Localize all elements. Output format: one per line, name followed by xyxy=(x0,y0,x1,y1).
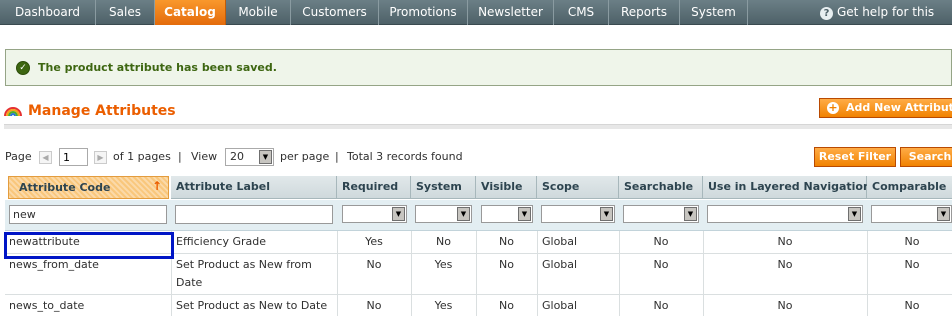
pager-per-page-label: per page xyxy=(280,150,330,163)
help-icon: ? xyxy=(820,7,833,20)
arrow-left-icon[interactable]: ◀ xyxy=(39,151,52,164)
row-searchable: No xyxy=(653,235,669,248)
select-arrow-icon: ▼ xyxy=(518,207,531,221)
arrow-right-icon[interactable]: ▶ xyxy=(94,151,107,164)
per-page-select[interactable]: 20 ▼ xyxy=(225,148,274,166)
filter-required-select[interactable]: ▼ xyxy=(342,205,407,223)
row-layered: No xyxy=(777,299,793,312)
row-searchable: No xyxy=(653,258,669,271)
row-visible: No xyxy=(499,235,514,248)
filter-comparable-select[interactable]: ▼ xyxy=(871,205,952,223)
row-comparable: No xyxy=(904,235,920,248)
row-scope: Global xyxy=(542,299,578,312)
nav-cms[interactable]: CMS xyxy=(554,0,609,25)
row-label-cont: Date xyxy=(176,276,203,289)
selection-highlight xyxy=(4,232,174,259)
col-layered-navigation[interactable]: Use in Layered Navigation xyxy=(703,176,871,199)
sort-asc-icon: ↑ xyxy=(151,179,162,193)
filter-attribute-code[interactable]: new xyxy=(9,205,167,224)
row-system: Yes xyxy=(434,299,453,312)
row-code: news_to_date xyxy=(9,299,85,312)
select-arrow-icon: ▼ xyxy=(937,207,950,221)
select-arrow-icon: ▼ xyxy=(259,150,272,164)
select-arrow-icon: ▼ xyxy=(684,207,697,221)
reset-filter-button[interactable]: Reset Filter xyxy=(814,147,896,167)
col-attribute-code[interactable]: Attribute Code ↑ xyxy=(8,176,169,199)
row-system: Yes xyxy=(434,258,453,271)
select-arrow-icon: ▼ xyxy=(457,207,470,221)
row-label: Set Product as New from xyxy=(176,258,312,271)
filter-layered-select[interactable]: ▼ xyxy=(707,205,863,223)
row-divider xyxy=(5,294,952,295)
row-layered: No xyxy=(777,235,793,248)
help-label: Get help for this page xyxy=(820,5,935,43)
header-divider xyxy=(4,124,952,129)
col-searchable[interactable]: Searchable xyxy=(619,176,703,199)
row-label: Set Product as New to Date xyxy=(176,299,328,312)
col-required[interactable]: Required xyxy=(337,176,411,199)
filter-visible-select[interactable]: ▼ xyxy=(481,205,533,223)
row-visible: No xyxy=(499,299,514,312)
nav-reports[interactable]: Reports xyxy=(609,0,680,25)
pager-of-pages: of 1 pages xyxy=(113,150,171,163)
page-number-input[interactable] xyxy=(59,148,88,166)
row-layered: No xyxy=(777,258,793,271)
check-icon: ✓ xyxy=(16,61,30,75)
success-message: ✓ The product attribute has been saved. xyxy=(5,49,952,86)
row-label: Efficiency Grade xyxy=(176,235,267,248)
filter-attribute-label[interactable] xyxy=(175,205,333,224)
col-attribute-code-label: Attribute Code xyxy=(19,181,111,194)
col-attribute-label[interactable]: Attribute Label xyxy=(171,176,337,199)
page-title: Manage Attributes xyxy=(28,103,176,119)
plus-icon: + xyxy=(827,101,839,114)
row-comparable: No xyxy=(904,299,920,312)
select-arrow-icon: ▼ xyxy=(600,207,613,221)
row-scope: Global xyxy=(542,258,578,271)
row-required: No xyxy=(366,258,382,271)
nav-mobile[interactable]: Mobile xyxy=(226,0,291,25)
per-page-value: 20 xyxy=(230,150,244,163)
select-arrow-icon: ▼ xyxy=(392,207,405,221)
add-new-attribute-label: Add New Attribute xyxy=(846,101,952,114)
nav-newsletter[interactable]: Newsletter xyxy=(468,0,554,25)
col-scope[interactable]: Scope xyxy=(537,176,619,199)
row-searchable: No xyxy=(653,299,669,312)
col-system[interactable]: System xyxy=(411,176,476,199)
grid-divider xyxy=(537,231,538,316)
pager-view-label: View xyxy=(191,150,218,163)
add-new-attribute-button[interactable]: + Add New Attribute xyxy=(819,98,952,118)
row-system: No xyxy=(436,235,451,248)
pager-page-label: Page xyxy=(5,150,32,163)
nav-sales[interactable]: Sales xyxy=(96,0,155,25)
row-required: No xyxy=(366,299,382,312)
nav-promotions[interactable]: Promotions xyxy=(379,0,468,25)
search-button[interactable]: Search xyxy=(900,147,952,167)
nav-dashboard[interactable]: Dashboard xyxy=(0,0,96,25)
rainbow-icon xyxy=(4,107,22,117)
filter-system-select[interactable]: ▼ xyxy=(415,205,472,223)
pager-divider: | xyxy=(178,150,182,163)
filter-scope-select[interactable]: ▼ xyxy=(541,205,615,223)
row-required: Yes xyxy=(365,235,383,248)
help-link[interactable]: ? Get help for this page xyxy=(820,0,952,43)
col-comparable[interactable]: Comparable xyxy=(867,176,952,199)
nav-system[interactable]: System xyxy=(680,0,748,25)
pager-total: Total 3 records found xyxy=(347,150,463,163)
row-scope: Global xyxy=(542,235,578,248)
select-arrow-icon: ▼ xyxy=(848,207,861,221)
row-code: news_from_date xyxy=(9,258,99,271)
row-visible: No xyxy=(499,258,514,271)
main-nav: Dashboard Sales Catalog Mobile Customers… xyxy=(0,0,952,43)
nav-customers[interactable]: Customers xyxy=(291,0,379,25)
success-message-text: The product attribute has been saved. xyxy=(38,61,277,74)
nav-catalog[interactable]: Catalog xyxy=(155,0,226,25)
pager-divider-2: | xyxy=(335,150,339,163)
row-comparable: No xyxy=(904,258,920,271)
col-visible[interactable]: Visible xyxy=(476,176,537,199)
filter-searchable-select[interactable]: ▼ xyxy=(623,205,699,223)
